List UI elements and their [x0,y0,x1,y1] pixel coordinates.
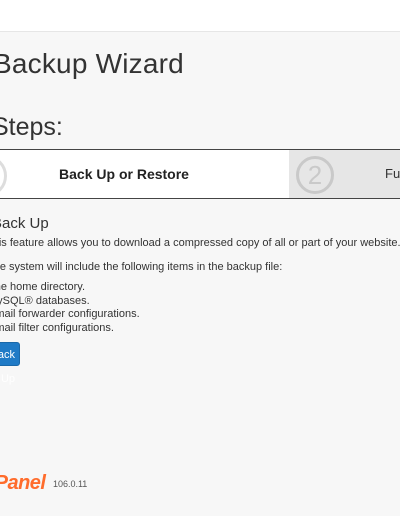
backup-items-intro: The system will include the following it… [0,261,283,273]
step-label: Full or Partial Backup [385,166,400,181]
back-up-button[interactable]: Back Up [0,342,20,385]
section-description: This feature allows you to download a co… [0,237,400,249]
list-item: Email filter configurations. [0,321,114,334]
cpanel-logo[interactable]: cPanel [0,472,46,495]
step-label: Back Up or Restore [59,166,189,182]
step-back-up-or-restore[interactable]: Back Up or Restore [0,149,290,199]
backup-items-list: The home directory. MySQL® databases. Em… [0,281,140,335]
list-item: The home directory. [0,281,86,293]
step-full-or-partial-backup[interactable]: 2 Full or Partial Backup [289,149,400,199]
section-heading: Back Up [0,215,49,232]
version-label: 106.0.11 [52,478,88,489]
list-item: Email forwarder configurations. [0,308,140,320]
list-item: MySQL® databases. [0,294,90,307]
top-bar [0,0,400,32]
step-number-circle: 2 [296,156,334,194]
steps-heading: Steps: [0,113,63,141]
page-title: Backup Wizard [0,48,184,79]
page: Backup Wizard Steps: Back Up or Restore … [0,0,400,516]
footer: cPanel 106.0.11 [0,472,88,495]
steps-progress: Back Up or Restore 2 Full or Partial Bac… [0,149,400,199]
